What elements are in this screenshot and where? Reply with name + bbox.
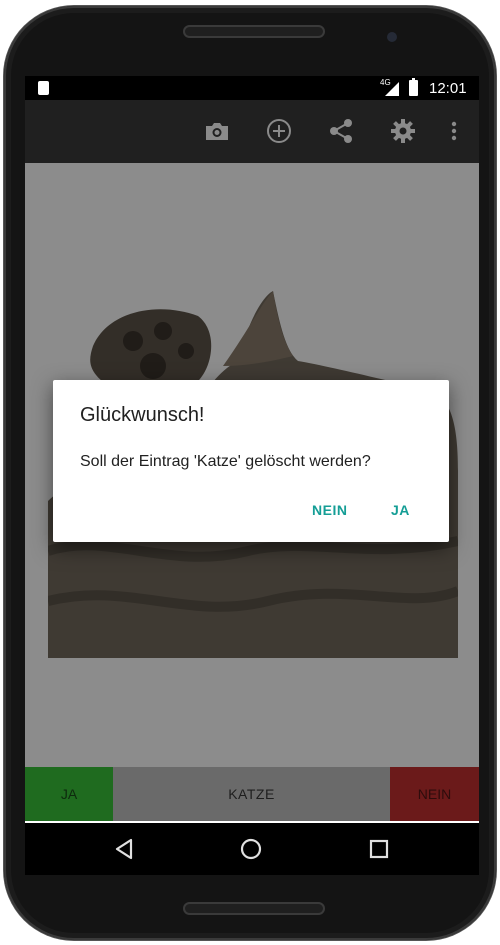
app-toolbar [25, 100, 479, 163]
signal-icon [385, 82, 399, 96]
dialog-no-button[interactable]: NEIN [312, 502, 347, 518]
camera-icon[interactable] [202, 116, 232, 146]
recents-icon[interactable] [362, 833, 396, 865]
add-circle-icon[interactable] [264, 116, 294, 146]
dialog-title: Glückwunsch! [80, 404, 205, 426]
share-icon[interactable] [326, 116, 356, 146]
no-button[interactable]: NEIN [390, 767, 479, 821]
more-vert-icon[interactable] [439, 116, 469, 146]
dialog-message: Soll der Eintrag 'Katze' gelöscht werden… [80, 453, 371, 470]
home-icon[interactable] [234, 833, 268, 865]
status-time: 12:01 [429, 80, 467, 97]
sd-card-icon [38, 81, 49, 95]
gear-icon[interactable] [388, 116, 418, 146]
yes-button[interactable]: JA [25, 767, 113, 821]
dialog-yes-button[interactable]: JA [391, 502, 410, 518]
confirm-dialog: Glückwunsch! Soll der Eintrag 'Katze' ge… [53, 380, 449, 542]
battery-icon [409, 78, 418, 96]
bottom-speaker [183, 902, 325, 915]
navigation-bar [25, 823, 479, 875]
front-camera [387, 32, 397, 42]
word-label: KATZE [228, 786, 275, 802]
back-icon[interactable] [107, 833, 141, 865]
earpiece-speaker [183, 25, 325, 38]
status-bar: 4G 12:01 [25, 76, 479, 100]
answer-bar: JA KATZE NEIN [25, 767, 479, 821]
